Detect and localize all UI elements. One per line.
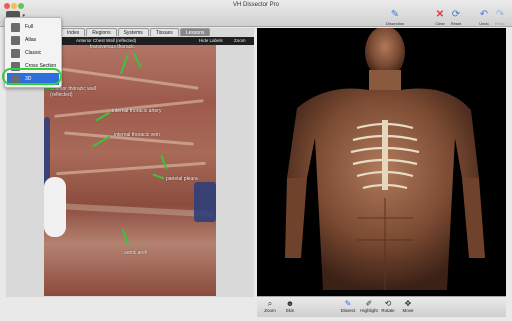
photo-label: internal thoracic vein [114,132,160,138]
reset-button[interactable]: ⟳ Reset [446,9,466,27]
tab-tissues[interactable]: Tissues [149,28,179,36]
highlighter-icon: ✐ [365,299,373,308]
tab-lessons[interactable]: Lessons [179,28,211,36]
photo-texture [56,161,206,176]
photo-label: transversus thoracic [90,44,135,50]
3d-toolbar: ⌕ Zoom ☻ Skin ✎ Dissect ✐ Highlight ⟲ Ro… [257,296,506,317]
move-tool-label: Move [402,308,414,313]
photo-texture [44,117,50,187]
dissection-button[interactable]: ✎ Dissection [385,9,405,27]
dissect-tool-button[interactable]: ✎ Dissect [339,299,357,313]
label-arrow [44,88,54,90]
window-title: VH Dissector Pro [232,2,279,8]
photo-zoom-button[interactable]: Zoom [234,38,246,43]
move-icon: ✥ [404,299,412,308]
redo-button[interactable]: ↷ Redo [490,9,510,27]
3d-viewport[interactable] [257,28,506,296]
move-tool-button[interactable]: ✥ Move [399,299,417,313]
scalpel-icon: ✎ [390,9,400,20]
rotate-tool-button[interactable]: ⟲ Rotate [379,299,397,313]
hide-labels-toggle[interactable]: Hide Labels [199,38,223,43]
3d-body-model[interactable] [257,28,506,296]
menu-item-full[interactable]: Full [7,21,59,33]
full-view-icon [11,22,20,32]
magnifier-icon: ⌕ [267,299,273,308]
skin-tool-label: Skin [285,308,295,313]
tab-index[interactable]: Index [61,28,86,36]
model-neck [369,70,401,92]
dissect-tool-label: Dissect [340,308,356,313]
menu-item-atlas[interactable]: Atlas [7,34,59,46]
highlight-tool-button[interactable]: ✐ Highlight [360,299,378,313]
photo-caption: Anterior Chest Wall (reflected) [76,38,137,43]
annotation-highlight-ring [2,68,62,85]
reset-label: Reset [450,21,462,26]
model-sternum [382,120,388,190]
photo-texture [194,182,216,222]
person-icon: ☻ [285,299,295,308]
dissection-label: Dissection [385,21,405,26]
zoom-tool-label: Zoom [264,308,276,313]
rotate-tool-label: Rotate [381,308,395,313]
zoom-tool-button[interactable]: ⌕ Zoom [261,299,279,313]
redo-icon: ↷ [495,9,505,20]
model-right-arm [462,178,485,258]
redo-label: Redo [495,21,505,26]
rotate-icon: ⟲ [384,299,392,308]
atlas-view-icon [11,35,20,45]
menu-item-label: Classic [25,50,42,56]
photo-label: parietal pleura [166,176,198,182]
classic-view-icon [11,48,20,58]
highlight-tool-label: Highlight [360,308,378,313]
photo-label: internal thoracic artery [112,108,162,114]
photo-texture [48,202,215,218]
tab-bar: Index Regions Systems Tissues Lessons [61,28,211,36]
title-bar: VH Dissector Pro ▾ ✎ Dissection ✕ Clear … [0,0,512,27]
photo-label: aortic arch [124,250,148,256]
tab-regions[interactable]: Regions [86,28,117,36]
scalpel-icon: ✎ [344,299,352,308]
reset-icon: ⟳ [451,9,461,20]
skin-tool-button[interactable]: ☻ Skin [281,299,299,313]
menu-item-label: Full [25,24,34,30]
dissection-photo [44,37,216,296]
photo-texture [44,177,66,237]
tab-systems[interactable]: Systems [117,28,149,36]
model-left-arm [285,178,307,258]
menu-item-classic[interactable]: Classic [7,47,59,59]
menu-item-label: Atlas [25,37,37,43]
